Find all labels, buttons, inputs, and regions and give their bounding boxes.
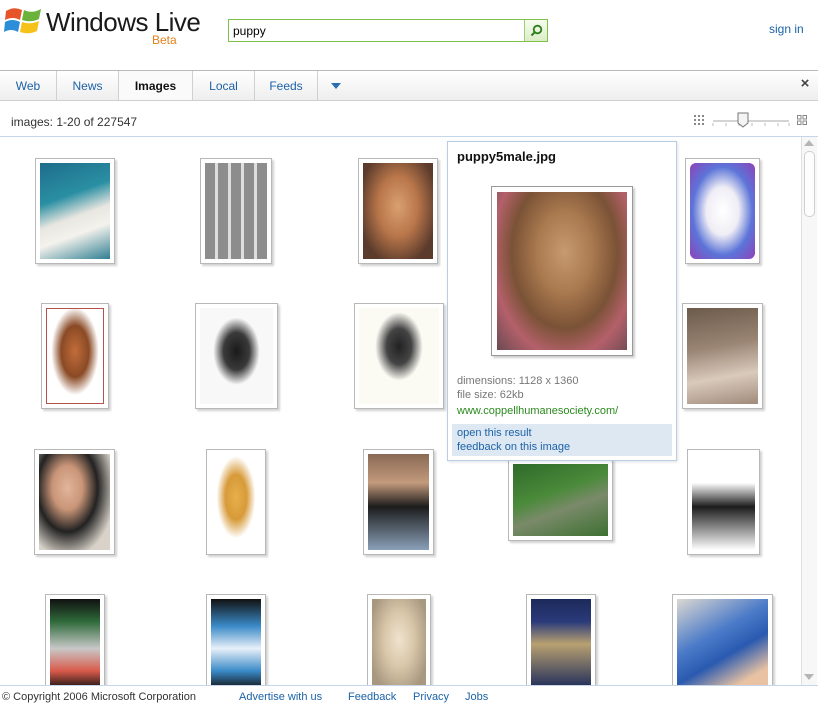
image-result[interactable] xyxy=(682,303,763,409)
beta-badge: Beta xyxy=(152,33,177,47)
close-icon[interactable]: × xyxy=(798,76,812,91)
image-result[interactable] xyxy=(354,303,444,409)
image-feedback-link[interactable]: feedback on this image xyxy=(457,441,570,453)
popup-actions: open this result feedback on this image xyxy=(452,424,672,456)
image-result[interactable] xyxy=(35,158,115,264)
scroll-up-arrow[interactable] xyxy=(804,140,814,146)
search-button[interactable] xyxy=(524,20,547,41)
image-result[interactable] xyxy=(206,594,266,685)
image-preview-popup: puppy5male.jpg dimensions: 1128 x 1360 f… xyxy=(447,141,677,461)
large-thumbnails-icon[interactable] xyxy=(797,115,807,125)
thumbnail-size-slider[interactable] xyxy=(712,112,790,128)
image-result[interactable] xyxy=(195,303,278,409)
chevron-down-icon xyxy=(331,82,341,89)
tab-images[interactable]: Images xyxy=(119,71,193,100)
tab-local[interactable]: Local xyxy=(193,71,255,100)
image-result[interactable] xyxy=(45,594,105,685)
results-scrollbar[interactable] xyxy=(801,137,817,685)
image-result[interactable] xyxy=(672,594,773,685)
image-results-grid xyxy=(0,136,818,686)
image-result[interactable] xyxy=(206,449,266,555)
image-result[interactable] xyxy=(685,158,760,264)
privacy-link[interactable]: Privacy xyxy=(413,691,449,703)
image-result[interactable] xyxy=(526,594,596,685)
search-box xyxy=(228,19,548,42)
copyright-text: © Copyright 2006 Microsoft Corporation xyxy=(2,691,196,703)
scroll-down-arrow[interactable] xyxy=(804,674,814,680)
open-result-link[interactable]: open this result xyxy=(457,427,532,439)
logo-wordmark: Windows Live xyxy=(46,7,201,37)
magnifier-icon xyxy=(530,24,542,37)
preview-image[interactable] xyxy=(491,186,633,356)
image-dimensions: dimensions: 1128 x 1360 xyxy=(457,375,579,387)
image-result[interactable] xyxy=(358,158,438,264)
image-result[interactable] xyxy=(508,459,613,541)
scroll-thumb[interactable] xyxy=(804,151,815,217)
search-input[interactable] xyxy=(230,21,528,40)
image-result[interactable] xyxy=(34,449,115,555)
windows-logo-icon xyxy=(4,8,41,34)
sign-in-link[interactable]: sign in xyxy=(769,22,804,36)
results-count: images: 1-20 of 227547 xyxy=(11,115,138,129)
jobs-link[interactable]: Jobs xyxy=(465,691,488,703)
more-tabs-dropdown[interactable] xyxy=(318,71,354,100)
image-filename: puppy5male.jpg xyxy=(457,149,556,164)
feedback-link[interactable]: Feedback xyxy=(348,691,396,703)
tab-feeds[interactable]: Feeds xyxy=(255,71,318,100)
image-result[interactable] xyxy=(41,303,109,409)
image-source-url[interactable]: www.coppellhumanesociety.com/ xyxy=(457,405,618,417)
tab-news[interactable]: News xyxy=(57,71,119,100)
tab-web[interactable]: Web xyxy=(0,71,57,100)
image-result[interactable] xyxy=(200,158,272,264)
image-result[interactable] xyxy=(687,449,760,555)
image-file-size: file size: 62kb xyxy=(457,389,524,401)
small-thumbnails-icon[interactable] xyxy=(694,115,704,125)
image-result[interactable] xyxy=(367,594,431,685)
advertise-link[interactable]: Advertise with us xyxy=(239,691,322,703)
search-tabs: Web News Images Local Feeds × xyxy=(0,70,818,101)
footer: © Copyright 2006 Microsoft Corporation A… xyxy=(0,690,818,710)
image-result[interactable] xyxy=(363,449,434,555)
